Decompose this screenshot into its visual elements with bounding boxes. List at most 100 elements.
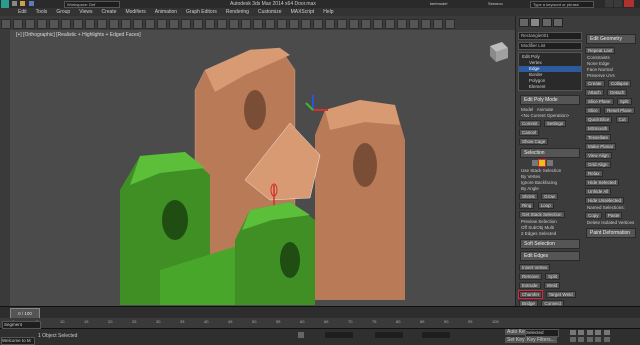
create-button[interactable]: Create	[585, 80, 605, 87]
msmooth-button[interactable]: MSmooth	[585, 125, 611, 132]
search-input[interactable]: Type a keyword or phrase	[530, 1, 594, 8]
track-bar[interactable]: 0510152025303540455055606570758085909510…	[0, 318, 640, 328]
detach-button[interactable]: Detach	[607, 89, 628, 96]
viewcube-icon[interactable]	[490, 42, 508, 62]
toolbar-tool-icon[interactable]	[1, 19, 11, 29]
selection-header[interactable]: Selection	[520, 148, 580, 158]
zoom-icon[interactable]	[570, 337, 576, 342]
menu-item-group[interactable]: Group	[56, 9, 70, 15]
play-icon[interactable]	[586, 330, 593, 335]
toolbar-tool-icon[interactable]	[385, 19, 395, 29]
coord-z-field[interactable]	[422, 332, 450, 338]
edit-edges-header[interactable]: Edit Edges	[520, 251, 580, 261]
chamfer-button[interactable]: Chamfer	[517, 290, 544, 299]
create-tab-icon[interactable]	[519, 18, 529, 27]
minimize-icon[interactable]	[605, 0, 613, 7]
prev-frame-icon[interactable]	[578, 330, 585, 335]
toolbar-tool-icon[interactable]	[397, 19, 407, 29]
toolbar-tool-icon[interactable]	[313, 19, 323, 29]
shrink-button[interactable]: Shrink	[519, 193, 538, 200]
vertex-level-icon[interactable]	[532, 160, 538, 166]
edge-level-icon[interactable]	[538, 159, 547, 167]
menu-item-maxscript[interactable]: MAXScript	[291, 9, 315, 15]
insert-vertex-button[interactable]: Insert Vertex	[519, 264, 551, 271]
toolbar-tool-icon[interactable]	[445, 19, 455, 29]
next-frame-icon[interactable]	[595, 330, 602, 335]
save-icon[interactable]	[28, 1, 34, 6]
toolbar-tool-icon[interactable]	[349, 19, 359, 29]
green-right-part[interactable]	[235, 202, 315, 305]
border-level-icon[interactable]	[546, 160, 553, 166]
toolbar-tool-icon[interactable]	[217, 19, 227, 29]
toolbar-tool-icon[interactable]	[409, 19, 419, 29]
toolbar-tool-icon[interactable]	[229, 19, 239, 29]
object-name-field[interactable]: Rectangle001	[518, 32, 582, 40]
menu-item-help[interactable]: Help	[323, 9, 333, 15]
menu-item-animation[interactable]: Animation	[155, 9, 177, 15]
slice-plane-button[interactable]: Slice Plane	[585, 98, 614, 105]
soft-selection-header[interactable]: Soft Selection	[520, 239, 580, 249]
goto-end-icon[interactable]	[603, 330, 610, 335]
keyfilters-button[interactable]: Key Filters...	[525, 337, 557, 343]
reset-plane-button[interactable]: Reset Plane	[604, 107, 635, 114]
toolbar-tool-icon[interactable]	[205, 19, 215, 29]
cancel-button[interactable]: Cancel	[519, 129, 540, 136]
setkey-button[interactable]: Set Key	[505, 337, 527, 343]
toolbar-tool-icon[interactable]	[109, 19, 119, 29]
workspace-dropdown[interactable]: Workspace: Def	[64, 1, 120, 8]
preview-multi-radio[interactable]: Multi	[544, 225, 554, 230]
toolbar-tool-icon[interactable]	[421, 19, 431, 29]
hierarchy-tab-icon[interactable]	[541, 18, 552, 27]
lock-icon[interactable]	[298, 332, 304, 338]
goto-start-icon[interactable]	[570, 330, 576, 335]
hide-selected-button[interactable]: Hide Selected	[585, 179, 620, 186]
toolbar-tool-icon[interactable]	[145, 19, 155, 29]
toolbar-tool-icon[interactable]	[37, 19, 47, 29]
commit-button[interactable]: Commit	[519, 120, 541, 127]
menu-item-rendering[interactable]: Rendering	[226, 9, 249, 15]
remove-button[interactable]: Remove	[519, 273, 542, 280]
toolbar-tool-icon[interactable]	[181, 19, 191, 29]
zoom-all-icon[interactable]	[578, 337, 585, 342]
modifier-list-dropdown[interactable]: Modifier List	[518, 42, 582, 50]
collapse-button[interactable]: Collapse	[607, 80, 632, 87]
menu-item-modifiers[interactable]: Modifiers	[125, 9, 145, 15]
app-logo-icon[interactable]	[1, 0, 9, 8]
toolbar-tool-icon[interactable]	[241, 19, 251, 29]
toolbar-tool-icon[interactable]	[121, 19, 131, 29]
toolbar-tool-icon[interactable]	[13, 19, 23, 29]
toolbar-tool-icon[interactable]	[49, 19, 59, 29]
tessellate-button[interactable]: Tessellate	[585, 134, 612, 141]
orbit-icon[interactable]	[595, 337, 602, 342]
grid-align-button[interactable]: Grid Align	[585, 161, 611, 168]
open-icon[interactable]	[20, 1, 26, 6]
motion-tab-icon[interactable]	[553, 18, 564, 27]
constraint-face-radio[interactable]: Face	[587, 67, 597, 72]
toolbar-tool-icon[interactable]	[61, 19, 71, 29]
menu-item-tools[interactable]: Tools	[36, 9, 48, 15]
viewport[interactable]: [+] [Orthographic] [Realistic + Highligh…	[10, 30, 515, 306]
maximize-viewport-icon[interactable]	[603, 337, 610, 342]
selected-dropdown[interactable]: Selected	[525, 329, 559, 337]
constraint-none-radio[interactable]: None	[587, 61, 598, 66]
view-align-button[interactable]: View Align	[585, 152, 612, 159]
relax-button[interactable]: Relax	[585, 170, 603, 177]
settings-button[interactable]: Settings	[543, 120, 567, 127]
delete-isolated-checkbox[interactable]: Delete Isolated Vertices	[584, 220, 638, 226]
toolbar-tool-icon[interactable]	[361, 19, 371, 29]
new-icon[interactable]	[12, 1, 17, 6]
repeat-last-button[interactable]: Repeat Last	[585, 47, 616, 54]
target-weld-button[interactable]: Target Weld	[545, 291, 576, 298]
toolbar-tool-icon[interactable]	[253, 19, 263, 29]
weld-button[interactable]: Weld	[543, 282, 561, 289]
constraint-edge-radio[interactable]: Edge	[599, 61, 610, 66]
close-icon[interactable]	[623, 0, 634, 7]
grow-button[interactable]: Grow	[541, 193, 558, 200]
show-cage-checkbox[interactable]: Show Cage	[519, 138, 549, 145]
toolbar-tool-icon[interactable]	[265, 19, 275, 29]
toolbar-tool-icon[interactable]	[25, 19, 35, 29]
coord-y-field[interactable]	[375, 332, 403, 338]
menu-item-customize[interactable]: Customize	[258, 9, 282, 15]
toolbar-tool-icon[interactable]	[373, 19, 383, 29]
toolbar-tool-icon[interactable]	[301, 19, 311, 29]
